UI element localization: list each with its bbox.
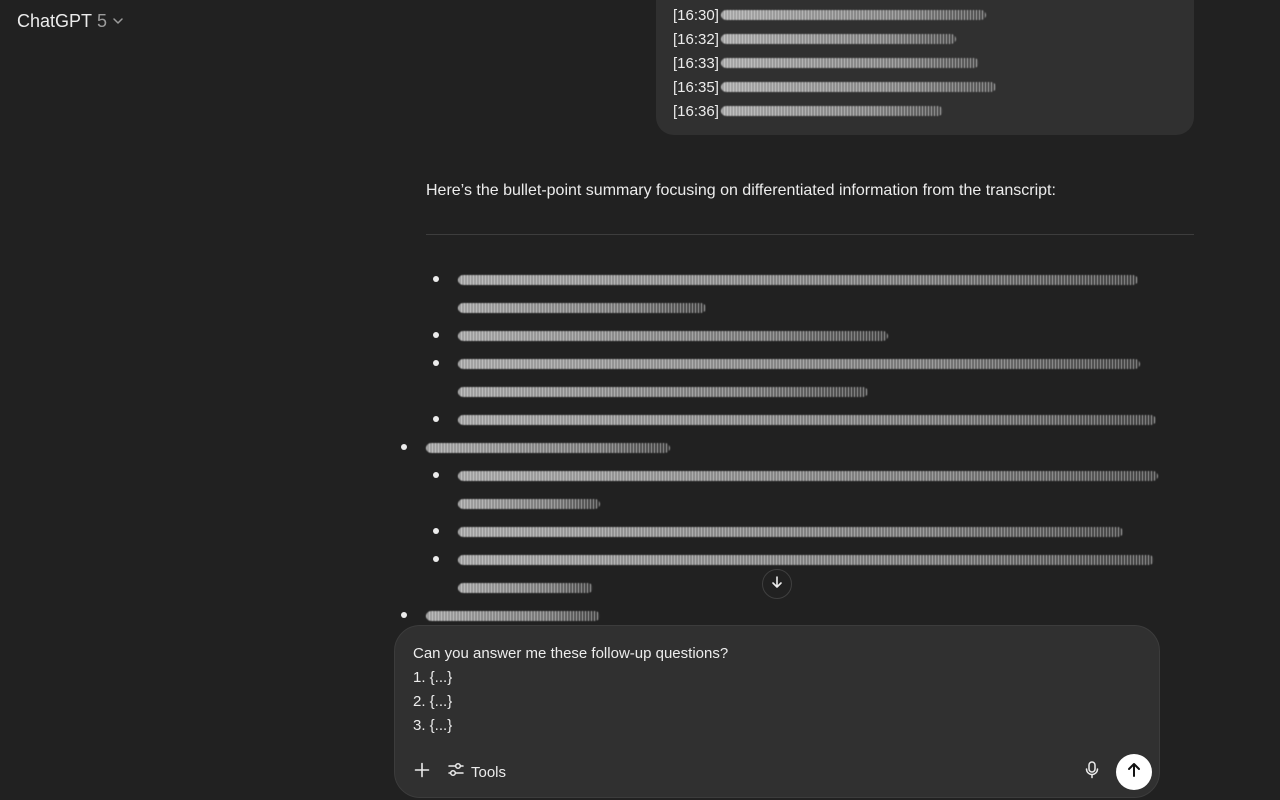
redacted-text: [458, 275, 1138, 285]
redacted-text: [458, 527, 1123, 537]
bullet-dot: [433, 360, 439, 366]
tools-button[interactable]: Tools: [447, 759, 506, 785]
add-attachment-button[interactable]: [409, 759, 435, 785]
composer-line: Can you answer me these follow-up questi…: [413, 645, 729, 662]
scroll-to-bottom-button[interactable]: [762, 569, 792, 599]
bullet-dot: [433, 332, 439, 338]
divider: [426, 234, 1194, 235]
bullet-dot: [433, 528, 439, 534]
arrow-down-icon: [770, 575, 784, 594]
transcript-line: [16:36]: [673, 99, 943, 123]
redacted-text: [458, 415, 1156, 425]
sliders-icon: [447, 761, 465, 784]
redacted-text: [458, 387, 868, 397]
transcript-line: [16:35]: [673, 75, 996, 99]
tools-label: Tools: [471, 763, 507, 781]
user-message-bubble: [16:30] [16:32] [16:33] [16:35] [16:36]: [656, 0, 1194, 135]
bullet-dot: [401, 612, 407, 618]
composer-line: 2. {...}: [413, 693, 453, 710]
timestamp: [16:33]: [673, 54, 719, 72]
send-button[interactable]: [1116, 754, 1152, 790]
redacted-text: [721, 10, 986, 20]
bullet-dot: [433, 472, 439, 478]
redacted-text: [721, 34, 956, 44]
bullet-dot: [433, 416, 439, 422]
model-name: ChatGPT: [17, 10, 93, 31]
chevron-down-icon: [112, 15, 124, 27]
bullet-dot: [433, 556, 439, 562]
voice-input-button[interactable]: [1081, 760, 1103, 784]
microphone-icon: [1085, 760, 1099, 784]
message-composer[interactable]: Can you answer me these follow-up questi…: [394, 625, 1160, 798]
bullet-dot: [433, 276, 439, 282]
bullet-dot: [401, 444, 407, 450]
transcript-line: [16:33]: [673, 51, 979, 75]
redacted-text: [458, 303, 706, 313]
redacted-text: [458, 583, 593, 593]
composer-line: 1. {...}: [413, 669, 453, 686]
timestamp: [16:30]: [673, 6, 719, 24]
timestamp: [16:35]: [673, 78, 719, 96]
redacted-text: [458, 471, 1158, 481]
composer-line: 3. {...}: [413, 717, 453, 734]
redacted-text: [426, 611, 600, 621]
assistant-intro: Here’s the bullet-point summary focusing…: [426, 182, 1056, 199]
redacted-text: [721, 82, 996, 92]
model-version: 5: [97, 10, 108, 31]
transcript-line: [16:32]: [673, 27, 956, 51]
redacted-text: [721, 58, 979, 68]
timestamp: [16:36]: [673, 102, 719, 120]
redacted-text: [426, 443, 670, 453]
redacted-text: [458, 331, 888, 341]
model-switcher[interactable]: ChatGPT 5: [10, 6, 131, 36]
transcript-line: [16:30]: [673, 3, 986, 27]
timestamp: [16:32]: [673, 30, 719, 48]
arrow-up-icon: [1126, 762, 1142, 783]
redacted-text: [458, 359, 1140, 369]
redacted-text: [458, 555, 1154, 565]
composer-input[interactable]: Can you answer me these follow-up questi…: [413, 642, 728, 738]
redacted-text: [721, 106, 943, 116]
plus-icon: [414, 762, 430, 783]
redacted-text: [458, 499, 600, 509]
